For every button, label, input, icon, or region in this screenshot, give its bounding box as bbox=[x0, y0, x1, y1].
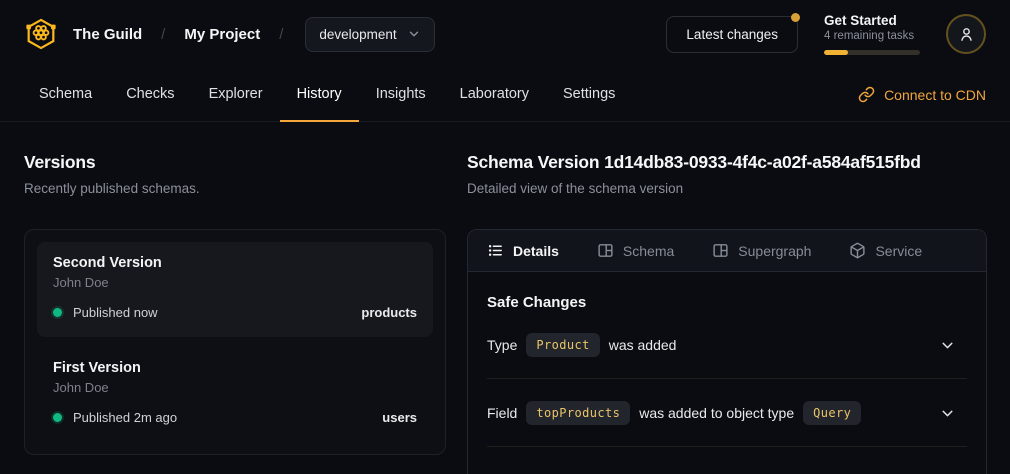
breadcrumb-separator: / bbox=[279, 26, 283, 43]
tab-laboratory[interactable]: Laboratory bbox=[443, 68, 546, 122]
chevron-down-icon bbox=[407, 27, 421, 41]
target-selector-value: development bbox=[319, 27, 396, 42]
list-icon bbox=[487, 242, 504, 259]
get-started-progress-track bbox=[824, 50, 920, 55]
detail-tab-label: Schema bbox=[623, 243, 674, 259]
version-list-item[interactable]: Second Version John Doe Published now pr… bbox=[37, 242, 433, 337]
tab-history[interactable]: History bbox=[280, 68, 359, 122]
breadcrumb-separator: / bbox=[161, 26, 165, 43]
change-prefix: Type bbox=[487, 337, 517, 353]
user-avatar-button[interactable] bbox=[946, 14, 986, 54]
target-selector-dropdown[interactable]: development bbox=[305, 17, 434, 52]
panels-icon bbox=[712, 242, 729, 259]
version-author: John Doe bbox=[53, 275, 417, 290]
tab-settings[interactable]: Settings bbox=[546, 68, 632, 122]
version-title: First Version bbox=[53, 360, 417, 376]
latest-changes-label: Latest changes bbox=[686, 27, 778, 42]
get-started-title: Get Started bbox=[824, 13, 920, 28]
panels-icon bbox=[597, 242, 614, 259]
main-content: Versions Recently published schemas. Sec… bbox=[0, 122, 1010, 474]
change-text: was added bbox=[609, 337, 677, 353]
header-actions: Latest changes Get Started 4 remaining t… bbox=[666, 13, 986, 55]
connect-to-cdn-link[interactable]: Connect to CDN bbox=[858, 68, 986, 121]
get-started-widget[interactable]: Get Started 4 remaining tasks bbox=[824, 13, 920, 55]
project-name[interactable]: My Project bbox=[184, 26, 260, 43]
breadcrumb: The Guild / My Project / bbox=[24, 17, 287, 51]
detail-tab-supergraph[interactable]: Supergraph bbox=[712, 242, 811, 259]
version-status: Published now bbox=[73, 305, 158, 320]
change-code-badge: Query bbox=[803, 401, 861, 425]
version-status: Published 2m ago bbox=[73, 410, 177, 425]
main-nav: Schema Checks Explorer History Insights … bbox=[0, 68, 1010, 122]
version-detail-column: Schema Version 1d14db83-0933-4f4c-a02f-a… bbox=[446, 122, 1010, 474]
versions-subtitle: Recently published schemas. bbox=[24, 181, 446, 196]
notification-dot bbox=[791, 13, 800, 22]
published-status-dot bbox=[53, 308, 62, 317]
tab-checks[interactable]: Checks bbox=[109, 68, 191, 122]
get-started-subtitle: 4 remaining tasks bbox=[824, 30, 920, 42]
change-text: was added to object type bbox=[639, 405, 794, 421]
latest-changes-button[interactable]: Latest changes bbox=[666, 16, 798, 53]
change-row[interactable]: Field topProducts was added to object ty… bbox=[487, 379, 967, 447]
version-title: Second Version bbox=[53, 255, 417, 271]
detail-tab-label: Service bbox=[875, 243, 922, 259]
version-author: John Doe bbox=[53, 380, 417, 395]
tab-schema[interactable]: Schema bbox=[22, 68, 109, 122]
org-name[interactable]: The Guild bbox=[73, 26, 142, 43]
detail-tab-bar: Details Schema Sup bbox=[468, 230, 986, 272]
change-prefix: Field bbox=[487, 405, 517, 421]
chevron-down-icon[interactable] bbox=[939, 337, 956, 354]
detail-tab-label: Supergraph bbox=[738, 243, 811, 259]
version-service-name: products bbox=[361, 305, 417, 320]
chevron-down-icon[interactable] bbox=[939, 405, 956, 422]
connect-to-cdn-label: Connect to CDN bbox=[884, 87, 986, 103]
detail-tab-label: Details bbox=[513, 243, 559, 259]
versions-list: Second Version John Doe Published now pr… bbox=[24, 229, 446, 455]
detail-tab-details[interactable]: Details bbox=[487, 242, 559, 259]
version-meta: Published 2m ago users bbox=[53, 410, 417, 425]
change-code-badge: topProducts bbox=[526, 401, 630, 425]
app-header: The Guild / My Project / development Lat… bbox=[0, 0, 1010, 68]
get-started-progress-fill bbox=[824, 50, 848, 55]
change-row[interactable]: Type Product was added bbox=[487, 311, 967, 379]
detail-tab-service[interactable]: Service bbox=[849, 242, 922, 259]
version-detail-panel: Details Schema Sup bbox=[467, 229, 987, 474]
version-list-item[interactable]: First Version John Doe Published 2m ago … bbox=[37, 347, 433, 442]
cube-icon bbox=[849, 242, 866, 259]
schema-version-subtitle: Detailed view of the schema version bbox=[467, 181, 987, 196]
detail-content: Safe Changes Type Product was added Fiel… bbox=[468, 272, 986, 447]
version-service-name: users bbox=[382, 410, 417, 425]
user-icon bbox=[957, 25, 976, 44]
safe-changes-heading: Safe Changes bbox=[487, 294, 967, 311]
detail-tab-schema[interactable]: Schema bbox=[597, 242, 674, 259]
link-icon bbox=[858, 86, 875, 103]
change-code-badge: Product bbox=[526, 333, 599, 357]
version-meta: Published now products bbox=[53, 305, 417, 320]
tab-insights[interactable]: Insights bbox=[359, 68, 443, 122]
guild-logo-icon[interactable] bbox=[24, 17, 58, 51]
schema-version-title: Schema Version 1d14db83-0933-4f4c-a02f-a… bbox=[467, 152, 987, 173]
versions-column: Versions Recently published schemas. Sec… bbox=[0, 122, 446, 474]
published-status-dot bbox=[53, 413, 62, 422]
versions-title: Versions bbox=[24, 152, 446, 173]
tab-explorer[interactable]: Explorer bbox=[192, 68, 280, 122]
